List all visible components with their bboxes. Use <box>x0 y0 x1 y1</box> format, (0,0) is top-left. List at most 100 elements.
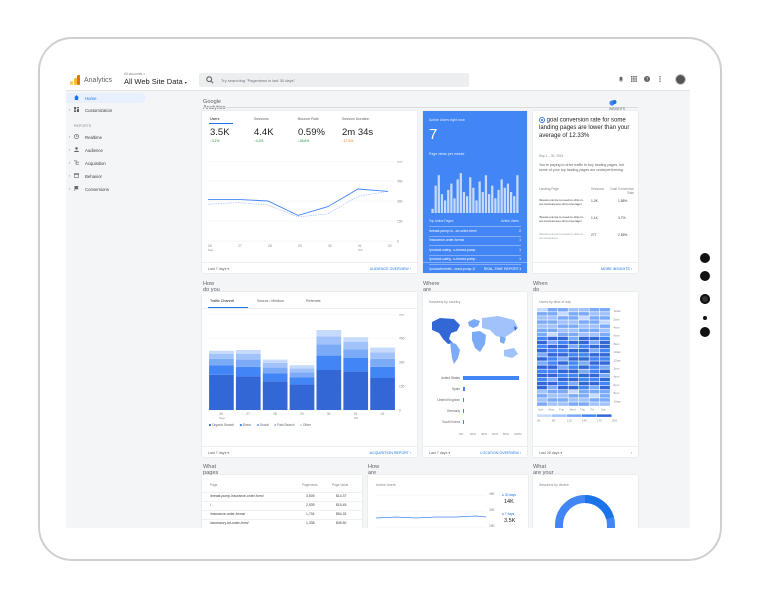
tab-referrals[interactable]: Referrals <box>306 299 321 303</box>
page-path[interactable]: /accessory-kit-order-form/ <box>210 521 249 525</box>
legend-label: Other <box>303 423 312 427</box>
col-header: Sessions <box>591 187 604 191</box>
heatmap-cell <box>589 344 600 349</box>
page-path[interactable]: /insurance-order-forms/ <box>210 512 245 516</box>
landing-page[interactable]: /breast-pumps-to-need-to-ship-in-our-loc… <box>539 215 585 224</box>
row-divider <box>202 510 362 511</box>
sidebar-item-customization[interactable]: › Customization <box>66 105 146 115</box>
pageview-bar <box>478 181 481 213</box>
chevron-right-icon[interactable]: › <box>631 451 632 455</box>
dot[interactable] <box>700 253 710 263</box>
country-bar[interactable] <box>463 419 465 424</box>
date-range-selector[interactable]: Last 28 days ▾ <box>539 451 562 455</box>
apps-grid-icon[interactable] <box>631 76 637 82</box>
dot[interactable] <box>700 294 710 304</box>
insights-button[interactable]: INSIGHTS <box>609 99 625 111</box>
metric-label[interactable]: Bounce Rate <box>298 117 319 121</box>
metric-label[interactable]: Sessions <box>254 117 269 121</box>
heatmap-cell <box>568 381 579 386</box>
sidebar-item-audience[interactable]: › Audience <box>66 145 146 155</box>
search-input[interactable]: Try searching "Pageviews in last 30 days… <box>199 73 469 87</box>
legend-label: 7 days <box>504 512 515 516</box>
pageview-bar <box>472 187 475 213</box>
table-row[interactable]: /product-categ...s-breast-pump 1 <box>429 245 521 252</box>
pageviews-value: 3,505 <box>306 494 315 498</box>
heatmap-cell <box>537 320 547 324</box>
heatmap-cell <box>547 340 558 345</box>
heatmap-cell <box>579 369 589 373</box>
heatmap-cell <box>579 365 589 369</box>
country-name[interactable]: Germany <box>427 409 460 413</box>
users-by-time-heatmap[interactable]: 12am 2am 4am 6am 8am 10am 12pm 2pm 4pm 6pm 8pm 10pm… <box>537 308 635 443</box>
heatmap-cell <box>600 340 610 345</box>
sessions-by-device-donut[interactable] <box>553 493 617 528</box>
devices-title: Sessions by device <box>539 483 569 487</box>
hour-label: 12am <box>614 309 622 313</box>
heatmap-cell <box>547 402 558 406</box>
active-users-count: 1 <box>519 247 521 252</box>
acquisition-report-link[interactable]: ACQUISITION REPORT › <box>370 451 411 455</box>
realtime-report-link[interactable]: REAL-TIME REPORT › <box>484 267 521 271</box>
date-range-selector[interactable]: Last 7 days ▾ <box>208 267 229 271</box>
country-name[interactable]: Spain <box>427 387 460 391</box>
sidebar-item-conversions[interactable]: › Conversions <box>66 184 146 194</box>
landing-page[interactable]: /breast-pumps-to-need-to-ship-in-our-loc… <box>539 232 585 241</box>
acquisition-stacked-bar-chart[interactable]: 600450300150026Sep27 28 29 30 01Oct02Organic… <box>208 314 412 442</box>
bell-icon[interactable] <box>618 76 624 82</box>
legend-value: 3.5K <box>504 518 516 524</box>
y-tick-label: 450 <box>397 180 403 184</box>
pageview-bar <box>500 179 503 213</box>
dot[interactable] <box>700 271 710 281</box>
help-icon[interactable]: ? <box>644 76 650 82</box>
location-overview-link[interactable]: LOCATION OVERVIEW › <box>480 451 521 455</box>
insight-date: Sep 1 – 30, 2019 <box>539 154 564 158</box>
heatmap-cell <box>558 349 568 353</box>
more-vert-icon[interactable] <box>657 76 663 82</box>
y-tick-label: 150 <box>399 385 405 389</box>
metric-label[interactable]: Session Duration <box>342 117 369 121</box>
country-bar[interactable] <box>463 386 465 391</box>
sidebar-item-realtime[interactable]: › Realtime <box>66 132 146 142</box>
heatmap-cell <box>589 377 600 382</box>
pageview-bar <box>469 177 472 213</box>
dot[interactable] <box>700 327 710 337</box>
heatmap-cell <box>600 336 610 341</box>
active-users-count: 1 <box>519 238 521 242</box>
audience-overview-link[interactable]: AUDIENCE OVERVIEW › <box>370 267 411 271</box>
country-bar[interactable] <box>463 375 519 380</box>
date-range-selector[interactable]: Last 7 days ▾ <box>429 451 450 455</box>
flag-icon <box>74 186 79 191</box>
pageview-bar <box>434 185 437 213</box>
world-map[interactable] <box>428 312 523 367</box>
account-selector[interactable]: All accounts > All Web Site Data ▾ <box>124 72 187 86</box>
active-users-line-chart[interactable] <box>376 491 486 528</box>
bar-segment <box>289 365 315 369</box>
more-insights-link[interactable]: MORE INSIGHTS › <box>601 267 632 271</box>
page-path[interactable]: /breast-pump-insurance-order-form/ <box>210 494 264 498</box>
country-name[interactable]: South Korea <box>427 420 460 424</box>
heatmap-cell <box>537 394 547 398</box>
tab-traffic-channel[interactable]: Traffic Channel <box>210 299 234 303</box>
table-row[interactable]: /breast-pump-in...ce-order-form/2 <box>429 226 521 233</box>
country-bar[interactable] <box>463 408 465 413</box>
landing-page[interactable]: /breast-pumps-to-need-to-ship-in-our-loc… <box>539 198 585 207</box>
avatar[interactable] <box>675 74 686 85</box>
tab-source-medium[interactable]: Source / Medium <box>257 299 284 303</box>
sessions-line-chart[interactable]: 600450300150026Sep27 28 29 30 01Oct02 <box>208 161 408 256</box>
pageviews-value: 1,338 <box>306 521 315 525</box>
table-row[interactable]: /product-categ...s-breast-pump 1 <box>429 254 521 261</box>
dot[interactable] <box>703 316 707 320</box>
page-path[interactable]: / <box>210 503 211 507</box>
table-row[interactable]: /insurance-order-forms/1 <box>429 235 521 242</box>
heatmap-cell <box>558 332 568 337</box>
sidebar-item-home[interactable]: Home <box>66 93 146 103</box>
heatmap-cell <box>579 353 589 357</box>
heatmap-cell <box>558 381 568 386</box>
sidebar-item-behavior[interactable]: › Behavior <box>66 171 146 181</box>
metric-label[interactable]: Users <box>210 117 219 121</box>
date-range-selector[interactable]: Last 7 days ▾ <box>208 451 229 455</box>
country-name[interactable]: United States <box>427 376 460 380</box>
country-name[interactable]: United Kingdom <box>427 398 460 402</box>
sidebar-item-acquisition[interactable]: › Acquisition <box>66 158 146 168</box>
country-bar[interactable] <box>463 397 465 402</box>
